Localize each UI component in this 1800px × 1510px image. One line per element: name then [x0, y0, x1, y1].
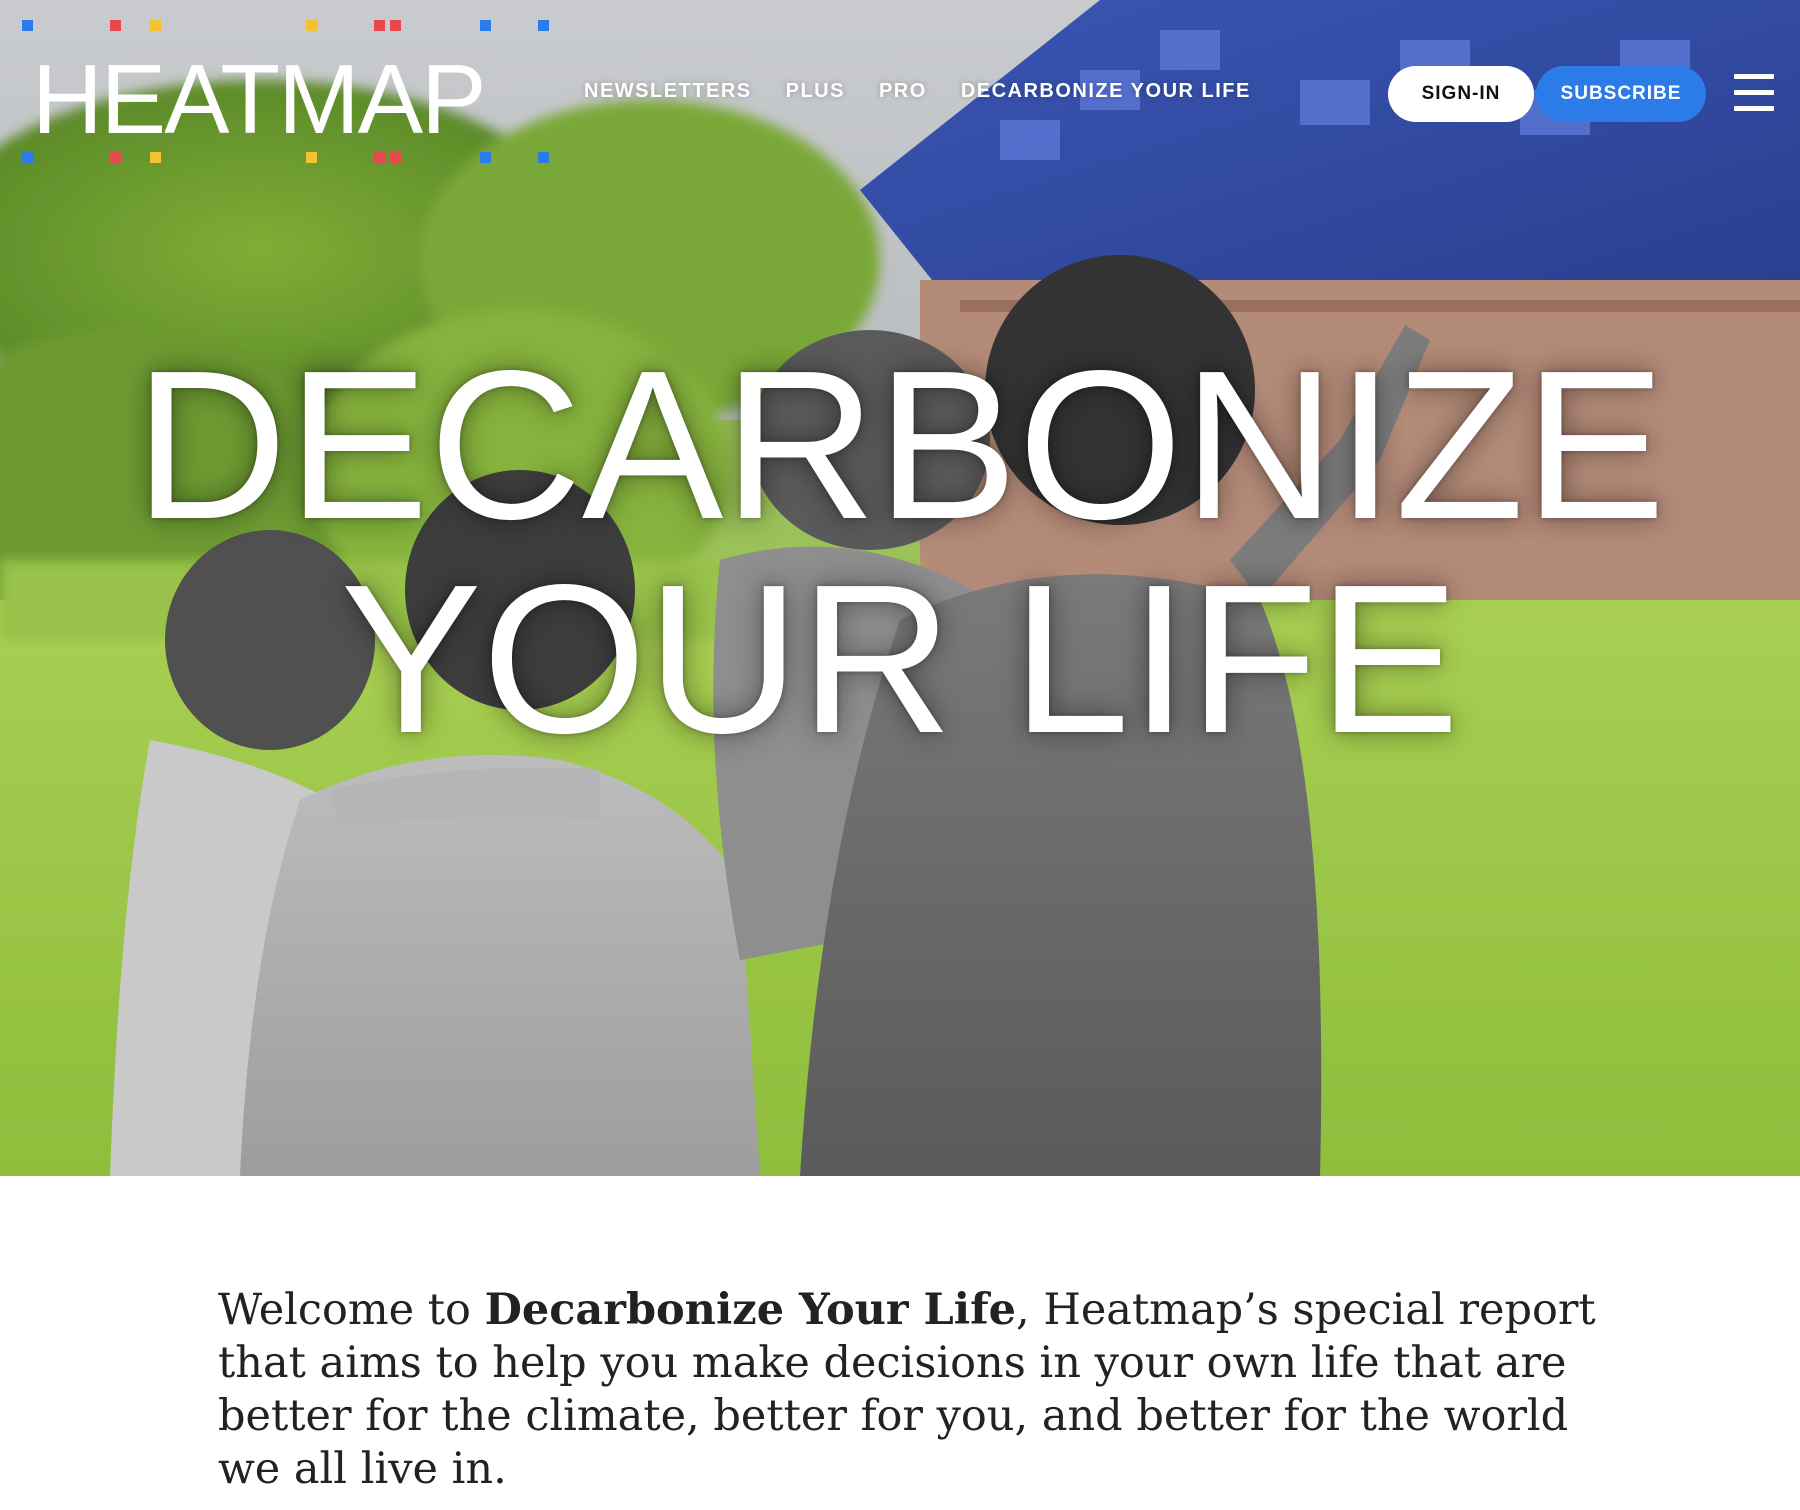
site-header: HEATMAP NEWSLETTERS PLUS PRO DECARBONIZE… — [0, 0, 1800, 170]
menu-bar — [1734, 106, 1774, 111]
logo-wordmark: HEATMAP — [32, 44, 486, 154]
hamburger-menu-icon[interactable] — [1732, 70, 1776, 116]
main-nav: NEWSLETTERS PLUS PRO DECARBONIZE YOUR LI… — [584, 80, 1251, 106]
headline-line-2: YOUR LIFE — [340, 540, 1460, 777]
logo-dot-icon — [150, 152, 161, 163]
logo-dot-icon — [390, 152, 401, 163]
menu-bar — [1734, 90, 1774, 95]
logo-dot-icon — [110, 20, 121, 31]
logo-dot-icon — [374, 152, 385, 163]
logo-dot-icon — [306, 20, 317, 31]
intro-prefix: Welcome to — [218, 1285, 485, 1335]
logo-dot-icon — [480, 152, 491, 163]
logo-dot-icon — [22, 20, 33, 31]
intro-paragraph: Welcome to Decarbonize Your Life, Heatma… — [218, 1284, 1598, 1496]
nav-item-decarbonize-your-life[interactable]: DECARBONIZE YOUR LIFE — [961, 80, 1251, 106]
sign-in-button[interactable]: SIGN-IN — [1388, 66, 1534, 122]
intro-emphasis: Decarbonize Your Life — [484, 1285, 1016, 1335]
nav-item-pro[interactable]: PRO — [879, 80, 927, 106]
logo-dot-icon — [374, 20, 385, 31]
logo-dot-icon — [538, 152, 549, 163]
logo-dot-icon — [306, 152, 317, 163]
logo-dot-icon — [150, 20, 161, 31]
headline-line-1: DECARBONIZE — [134, 326, 1666, 563]
hero-headline: DECARBONIZE YOUR LIFE — [0, 338, 1800, 766]
logo-dot-icon — [480, 20, 491, 31]
logo-dot-icon — [538, 20, 549, 31]
subscribe-button[interactable]: SUBSCRIBE — [1536, 66, 1706, 122]
heatmap-logo[interactable]: HEATMAP — [22, 18, 552, 168]
logo-dot-icon — [390, 20, 401, 31]
logo-dot-icon — [110, 152, 121, 163]
menu-bar — [1734, 74, 1774, 79]
nav-item-newsletters[interactable]: NEWSLETTERS — [584, 80, 752, 106]
nav-item-plus[interactable]: PLUS — [786, 80, 845, 106]
logo-dot-icon — [22, 152, 33, 163]
